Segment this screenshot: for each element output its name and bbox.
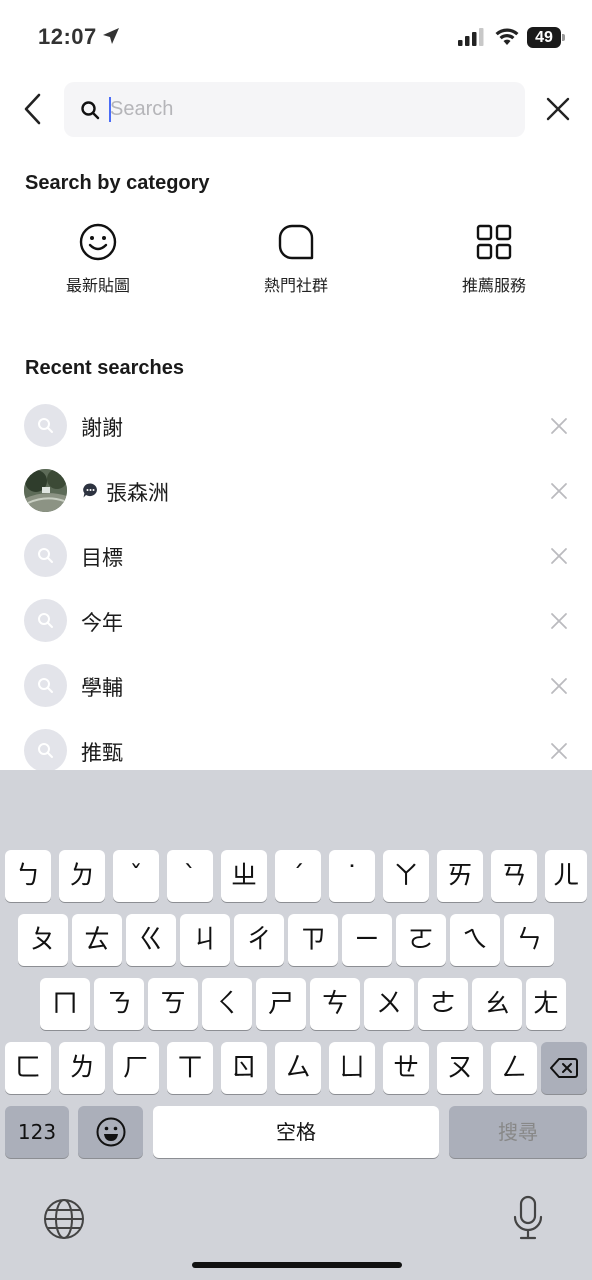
recent-search-item[interactable]: 學輔 bbox=[0, 664, 592, 729]
key[interactable]: ˙ bbox=[329, 850, 375, 902]
backspace-key[interactable] bbox=[541, 1042, 587, 1094]
recent-search-item[interactable]: 目標 bbox=[0, 534, 592, 599]
search-history-icon bbox=[24, 599, 67, 642]
key[interactable]: ㄆ bbox=[18, 914, 68, 966]
back-chevron-icon[interactable] bbox=[20, 92, 46, 126]
remove-icon[interactable] bbox=[550, 417, 568, 435]
search-key[interactable]: 搜尋 bbox=[449, 1106, 587, 1158]
key[interactable]: ㄈ bbox=[5, 1042, 51, 1094]
category-stickers[interactable]: 最新貼圖 bbox=[38, 222, 158, 296]
search-input[interactable] bbox=[110, 82, 510, 137]
key[interactable]: ㄣ bbox=[504, 914, 554, 966]
key[interactable]: ㄤ bbox=[526, 978, 566, 1030]
recent-section-title: Recent searches bbox=[25, 357, 184, 379]
key[interactable]: ㄒ bbox=[167, 1042, 213, 1094]
key[interactable]: ㄖ bbox=[221, 1042, 267, 1094]
recent-search-item[interactable]: 謝謝 bbox=[0, 404, 592, 469]
microphone-icon[interactable] bbox=[512, 1195, 544, 1241]
key[interactable]: ㄩ bbox=[329, 1042, 375, 1094]
recent-search-text: 今年 bbox=[81, 611, 123, 635]
globe-icon[interactable] bbox=[43, 1198, 85, 1240]
search-history-icon bbox=[24, 729, 67, 772]
key[interactable]: ㄔ bbox=[234, 914, 284, 966]
backspace-icon bbox=[550, 1058, 578, 1078]
key[interactable]: ㄌ bbox=[59, 1042, 105, 1094]
key[interactable]: ㄥ bbox=[491, 1042, 537, 1094]
key[interactable]: ㄡ bbox=[437, 1042, 483, 1094]
emoji-key[interactable] bbox=[78, 1106, 143, 1158]
search-history-icon bbox=[24, 664, 67, 707]
grid-icon bbox=[476, 224, 512, 260]
battery-indicator: 49 bbox=[527, 27, 567, 48]
key[interactable]: ㄊ bbox=[72, 914, 122, 966]
remove-icon[interactable] bbox=[550, 742, 568, 760]
key[interactable]: ㄐ bbox=[180, 914, 230, 966]
space-key[interactable]: 空格 bbox=[153, 1106, 439, 1158]
recent-search-text: 目標 bbox=[81, 546, 123, 570]
key[interactable]: ㄅ bbox=[5, 850, 51, 902]
recent-search-text: 謝謝 bbox=[81, 416, 123, 440]
remove-icon[interactable] bbox=[550, 612, 568, 630]
avatar bbox=[24, 469, 67, 512]
remove-icon[interactable] bbox=[550, 482, 568, 500]
key[interactable]: ㄦ bbox=[545, 850, 587, 902]
search-icon bbox=[81, 101, 100, 120]
key[interactable]: ㄓ bbox=[221, 850, 267, 902]
key[interactable]: ㄧ bbox=[342, 914, 392, 966]
recent-search-item[interactable]: 張森洲 bbox=[0, 469, 592, 534]
search-history-icon bbox=[24, 534, 67, 577]
location-arrow-icon bbox=[103, 28, 119, 44]
key[interactable]: ㄋ bbox=[94, 978, 144, 1030]
numbers-key[interactable]: 123 bbox=[5, 1106, 69, 1158]
key[interactable]: ㄇ bbox=[40, 978, 90, 1030]
key[interactable]: ㄏ bbox=[113, 1042, 159, 1094]
key[interactable]: ㄘ bbox=[310, 978, 360, 1030]
key[interactable]: ㄨ bbox=[364, 978, 414, 1030]
status-time: 12:07 bbox=[38, 24, 97, 49]
emoji-icon bbox=[96, 1117, 125, 1147]
key[interactable]: ˊ bbox=[275, 850, 321, 902]
category-label: 熱門社群 bbox=[263, 276, 328, 295]
search-bar[interactable] bbox=[64, 82, 525, 137]
recent-search-text: 張森洲 bbox=[106, 481, 169, 505]
category-label: 推薦服務 bbox=[461, 276, 526, 295]
key[interactable]: ㄢ bbox=[491, 850, 537, 902]
recent-search-text: 推甄 bbox=[81, 741, 123, 765]
key[interactable]: ㄞ bbox=[437, 850, 483, 902]
smiley-icon bbox=[79, 223, 117, 261]
openchat-icon bbox=[278, 224, 314, 260]
key[interactable]: ˇ bbox=[113, 850, 159, 902]
recent-search-item[interactable]: 今年 bbox=[0, 599, 592, 664]
key[interactable]: ㄠ bbox=[472, 978, 522, 1030]
key[interactable]: ㄟ bbox=[450, 914, 500, 966]
remove-icon[interactable] bbox=[550, 547, 568, 565]
category-openchat[interactable]: 熱門社群 bbox=[236, 222, 356, 296]
home-indicator bbox=[192, 1262, 402, 1268]
key[interactable]: ㄕ bbox=[256, 978, 306, 1030]
key[interactable]: ㄍ bbox=[126, 914, 176, 966]
search-history-icon bbox=[24, 404, 67, 447]
key[interactable]: ㄉ bbox=[59, 850, 105, 902]
recent-search-text: 學輔 bbox=[81, 676, 123, 700]
key[interactable]: ㄜ bbox=[418, 978, 468, 1030]
category-section-title: Search by category bbox=[25, 172, 210, 194]
key[interactable]: ㄙ bbox=[275, 1042, 321, 1094]
category-label: 最新貼圖 bbox=[65, 276, 130, 295]
key[interactable]: ㄗ bbox=[288, 914, 338, 966]
wifi-icon bbox=[495, 28, 519, 45]
key[interactable]: ㄎ bbox=[148, 978, 198, 1030]
battery-level: 49 bbox=[527, 27, 561, 48]
remove-icon[interactable] bbox=[550, 677, 568, 695]
key[interactable]: ˋ bbox=[167, 850, 213, 902]
key[interactable]: ㄝ bbox=[383, 1042, 429, 1094]
cellular-signal-icon bbox=[458, 28, 484, 46]
key[interactable]: ㄚ bbox=[383, 850, 429, 902]
category-services[interactable]: 推薦服務 bbox=[434, 222, 554, 296]
key[interactable]: ㄛ bbox=[396, 914, 446, 966]
close-icon[interactable] bbox=[543, 94, 573, 124]
key[interactable]: ㄑ bbox=[202, 978, 252, 1030]
status-bar: 12:07 49 bbox=[0, 0, 592, 76]
chat-bubble-icon bbox=[83, 483, 97, 498]
